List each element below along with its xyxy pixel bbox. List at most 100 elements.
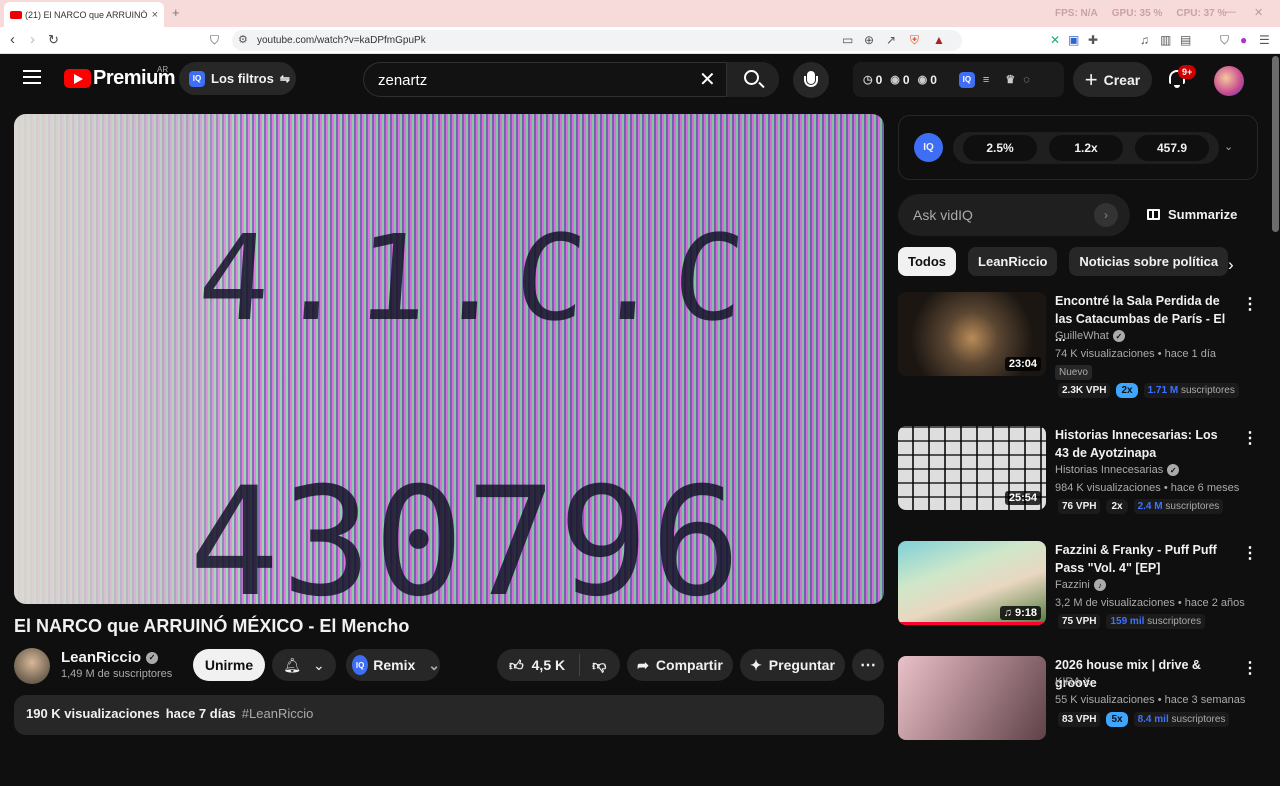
voice-search-button[interactable] [793, 62, 829, 98]
chevron-right-icon[interactable]: › [1228, 255, 1234, 275]
zoom-icon[interactable]: ⊕ [864, 33, 874, 47]
vph-stat: 76 VPH [1058, 499, 1101, 514]
list-icon[interactable]: ≡ [983, 74, 989, 86]
counter-clock: ◷ 0 [863, 73, 882, 87]
close-window-icon[interactable]: ✕ [1254, 6, 1263, 19]
like-button[interactable]: 👍︎ 4,5 K [497, 654, 581, 676]
video-thumbnail[interactable]: 25:54 [898, 426, 1046, 510]
sidebar-icon[interactable]: ▥ [1160, 33, 1171, 47]
video-player[interactable]: 4.1.C.C 430796 [14, 114, 884, 604]
chevron-down-icon[interactable]: ⌄ [1224, 140, 1233, 153]
recommendation-item[interactable]: 2026 house mix | drive & groove KIRA X 5… [898, 656, 1258, 786]
clear-search-icon[interactable]: ✕ [699, 67, 716, 92]
notifications-badge: 9+ [1178, 65, 1197, 79]
scrollbar-thumb[interactable] [1272, 56, 1279, 232]
vidiq-logo-icon[interactable]: IQ [914, 133, 943, 162]
translate-icon[interactable]: ▣ [1068, 33, 1079, 47]
brave-shield-icon[interactable]: ⛨ [910, 33, 919, 48]
channel-name[interactable]: LeanRiccio ✓ [61, 649, 159, 666]
recommendation-channel[interactable]: KIRA X [1055, 676, 1090, 688]
subs-num: 159 mil [1110, 616, 1145, 627]
chip-channel[interactable]: LeanRiccio [968, 247, 1058, 276]
channel-text: Fazzini [1055, 579, 1090, 591]
multiplier-stat: 2x [1106, 499, 1128, 514]
youtube-logo-icon[interactable] [64, 69, 91, 88]
browser-tab[interactable]: (21) El NARCO que ARRUINÓ × [4, 2, 164, 27]
vidiq-stat-vph[interactable]: 457.9 [1135, 135, 1209, 161]
share-button[interactable]: ➦ Compartir [627, 649, 733, 681]
chip-todos[interactable]: Todos [898, 247, 957, 276]
minimize-icon[interactable]: — [1225, 6, 1236, 19]
more-vert-icon[interactable]: ⋮ [1242, 294, 1258, 314]
more-actions-button[interactable]: ⋯ [852, 649, 884, 681]
chip-politics[interactable]: Noticias sobre política [1069, 247, 1229, 276]
ask-button[interactable]: ✦ Preguntar [740, 649, 845, 681]
more-vert-icon[interactable]: ⋮ [1242, 428, 1258, 448]
recommendation-channel[interactable]: Historias Innecesarias ✓ [1055, 464, 1180, 476]
channel-avatar[interactable] [14, 648, 50, 684]
summarize-button[interactable]: Summarize [1147, 207, 1237, 222]
back-icon[interactable]: ‹ [10, 31, 15, 48]
menu-icon[interactable]: ☰ [1259, 33, 1270, 47]
gpu-stat: GPU: 35 % [1111, 8, 1163, 19]
wallet-icon[interactable]: ▤ [1180, 33, 1191, 47]
page-scrollbar[interactable] [1271, 54, 1280, 720]
vidiq-stat-multiplier[interactable]: 1.2x [1049, 135, 1123, 161]
bookmark-icon[interactable]: ⛉ [210, 33, 219, 48]
chevron-right-icon[interactable]: › [1094, 203, 1118, 227]
video-thumbnail[interactable]: ♫ 9:18 [898, 541, 1046, 625]
recommendation-channel[interactable]: GuilleWhat ✓ [1055, 330, 1125, 342]
chat-icon[interactable]: ◌ [1023, 74, 1030, 86]
forward-icon[interactable]: › [30, 31, 35, 48]
recommendation-title[interactable]: Historias Innecesarias: Los 43 de Ayotzi… [1055, 426, 1230, 462]
window-controls: — ✕ [1225, 6, 1263, 19]
vpn-shield-icon[interactable]: ⛉ [1220, 33, 1229, 48]
extensions-puzzle-icon[interactable]: ✚ [1088, 33, 1098, 47]
subscribed-button[interactable]: 🔔︎ ⌄ [272, 649, 336, 681]
share-page-icon[interactable]: ↗ [886, 33, 896, 47]
recommendation-item[interactable]: 23:04 Encontré la Sala Perdida de las Ca… [898, 292, 1258, 422]
recommendation-item[interactable]: 25:54 Historias Innecesarias: Los 43 de … [898, 426, 1258, 556]
url-text: youtube.com/watch?v=kaDPfmGpuPk [257, 35, 426, 46]
vidiq-icon[interactable]: IQ [958, 71, 975, 88]
music-icon[interactable]: ♫ [1140, 33, 1149, 47]
trophy-icon[interactable]: ♛ [1005, 73, 1015, 86]
hashtag[interactable]: #LeanRiccio [242, 706, 314, 724]
video-thumbnail[interactable]: 23:04 [898, 292, 1046, 376]
create-button[interactable]: + Crear [1073, 62, 1152, 97]
hamburger-menu-icon[interactable] [23, 70, 41, 84]
vidiq-stat-engagement[interactable]: 2.5% [963, 135, 1037, 161]
video-thumbnail[interactable] [898, 656, 1046, 740]
recommendation-item[interactable]: ♫ 9:18 Fazzini & Franky - Puff Puff Pass… [898, 541, 1258, 671]
verified-icon: ✓ [1112, 330, 1125, 342]
share-icon: ➦ [637, 656, 649, 673]
more-vert-icon[interactable]: ⋮ [1242, 543, 1258, 563]
site-info-icon[interactable]: ⚙ [238, 30, 248, 51]
clock-icon: ◷ [863, 74, 873, 86]
filters-button[interactable]: IQ Los filtros ⇋ [179, 62, 296, 95]
user-avatar[interactable] [1214, 66, 1244, 96]
join-button[interactable]: Unirme [193, 649, 265, 681]
profile-icon[interactable]: ● [1240, 33, 1247, 47]
tab-title: (21) El NARCO que ARRUINÓ [25, 9, 148, 20]
search-button[interactable] [726, 62, 779, 97]
remix-button[interactable]: IQ Remix ⌄ [346, 649, 440, 681]
new-tab-button[interactable]: + [172, 5, 180, 20]
cast-icon[interactable]: ▭ [842, 33, 853, 47]
more-vert-icon[interactable]: ⋮ [1242, 658, 1258, 678]
dislike-button[interactable]: 👎︎ [580, 657, 606, 674]
tab-close-icon[interactable]: × [152, 9, 158, 21]
vidiq-stats: 2.5% 1.2x 457.9 [953, 132, 1219, 164]
rewards-icon[interactable]: ▲ [933, 33, 945, 47]
recommendation-title[interactable]: Fazzini & Franky - Puff Puff Pass "Vol. … [1055, 541, 1230, 577]
recommendation-meta: 3,2 M de visualizaciones • hace 2 años [1055, 597, 1245, 609]
recommendation-channel[interactable]: Fazzini ♪ [1055, 579, 1106, 591]
search-box[interactable]: zenartz ✕ [363, 62, 779, 97]
extension-icon[interactable]: ✕ [1050, 33, 1060, 47]
search-input[interactable]: zenartz [378, 72, 427, 89]
reload-icon[interactable]: ↻ [48, 32, 59, 48]
vidiq-counters[interactable]: ◷ 0 ◉ 0 ◉ 0 IQ ≡ ♛ ◌ [853, 62, 1064, 97]
ask-label: Preguntar [768, 657, 835, 673]
ask-vidiq-input[interactable]: Ask vidIQ › [898, 194, 1130, 236]
description-box[interactable]: 190 K visualizaciones hace 7 días #LeanR… [14, 695, 884, 735]
